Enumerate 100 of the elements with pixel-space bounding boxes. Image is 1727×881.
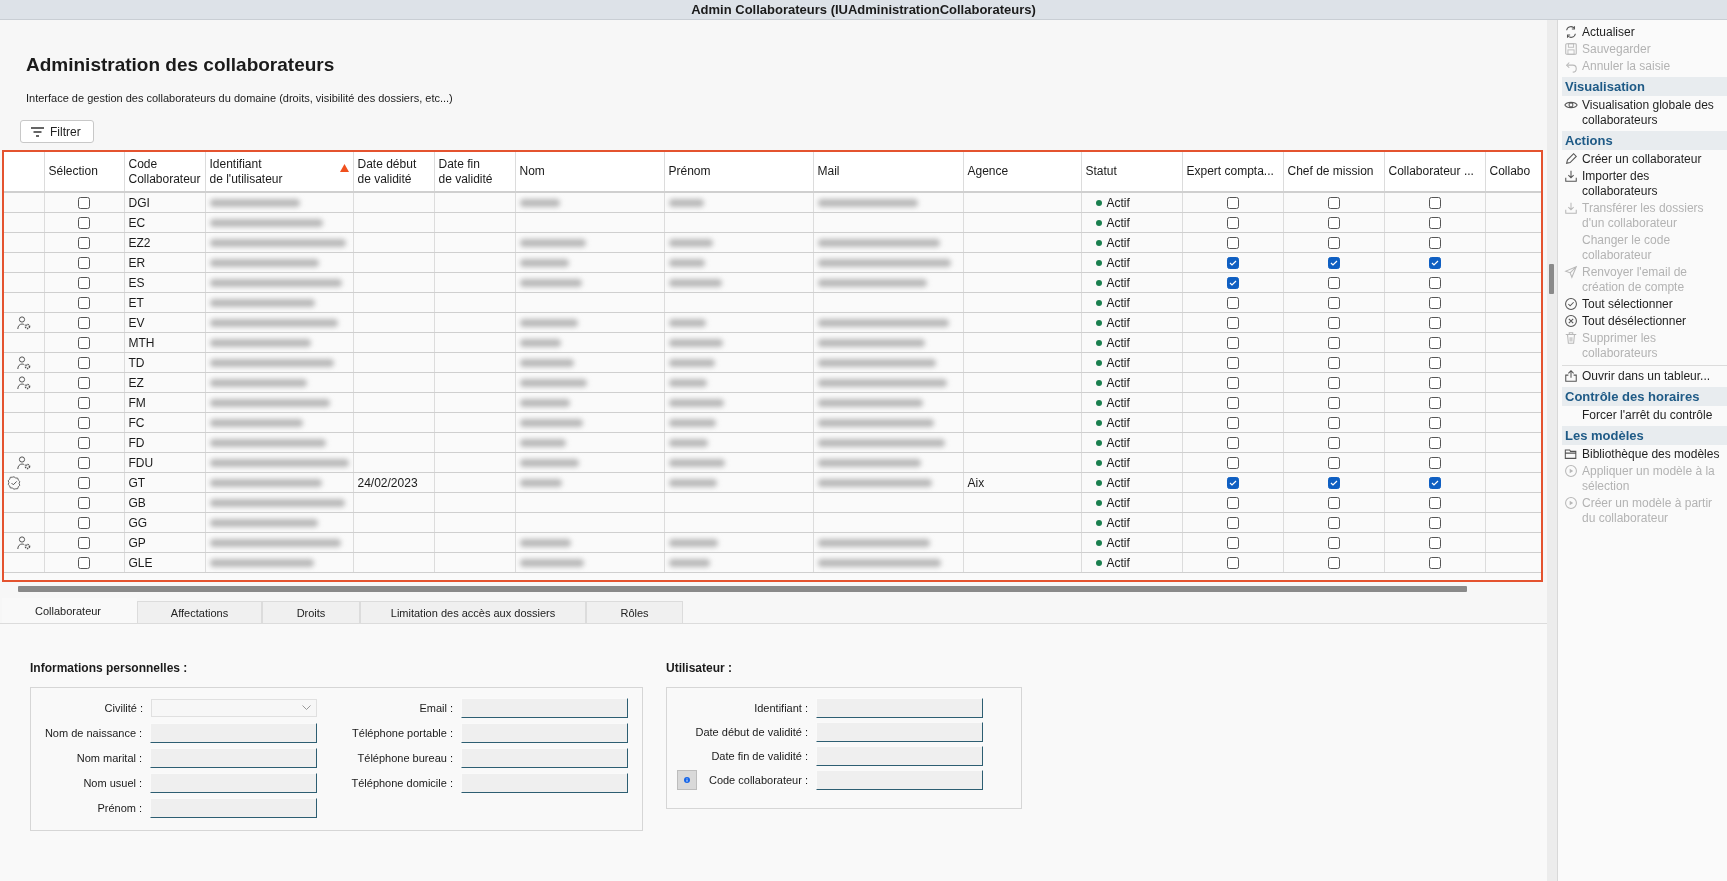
filter-button[interactable]: Filtrer (20, 120, 94, 143)
checkbox[interactable] (1226, 477, 1239, 490)
tab[interactable]: Rôles (586, 601, 683, 623)
checkbox[interactable] (78, 237, 90, 250)
input-field[interactable] (461, 748, 628, 768)
checkbox[interactable] (78, 317, 90, 330)
checkbox[interactable] (78, 297, 90, 310)
checkbox[interactable] (1226, 557, 1239, 570)
checkbox[interactable] (78, 277, 90, 290)
info-button[interactable] (677, 770, 697, 790)
checkbox[interactable] (1327, 297, 1340, 310)
checkbox[interactable] (1428, 517, 1441, 530)
checkbox[interactable] (1327, 437, 1340, 450)
checkbox[interactable] (1428, 357, 1441, 370)
checkbox[interactable] (78, 437, 90, 450)
input-field[interactable] (816, 698, 983, 718)
checkbox[interactable] (78, 477, 90, 490)
checkbox[interactable] (1428, 277, 1441, 290)
checkbox[interactable] (78, 457, 90, 470)
checkbox[interactable] (1226, 397, 1239, 410)
column-header[interactable]: Agence (963, 152, 1081, 192)
tab[interactable]: Limitation des accès aux dossiers (360, 601, 586, 623)
checkbox[interactable] (1327, 217, 1340, 230)
checkbox[interactable] (78, 357, 90, 370)
tab[interactable]: Droits (262, 601, 360, 623)
checkbox[interactable] (1327, 477, 1340, 490)
checkbox[interactable] (1327, 457, 1340, 470)
checkbox[interactable] (78, 537, 90, 550)
checkbox[interactable] (1428, 377, 1441, 390)
input-field[interactable] (150, 773, 318, 793)
checkbox[interactable] (1428, 217, 1441, 230)
checkbox[interactable] (1327, 197, 1340, 210)
checkbox[interactable] (1428, 397, 1441, 410)
action-link[interactable]: Tout désélectionner (1562, 313, 1727, 330)
input-field[interactable] (816, 722, 983, 742)
checkbox[interactable] (1428, 537, 1441, 550)
dropdown-field[interactable] (151, 699, 318, 717)
checkbox[interactable] (1226, 497, 1239, 510)
column-header[interactable]: Prénom (664, 152, 813, 192)
scrollbar-thumb[interactable] (1549, 264, 1554, 294)
input-field[interactable] (150, 798, 318, 818)
input-field[interactable] (461, 698, 628, 718)
column-header[interactable]: Sélection (44, 152, 124, 192)
checkbox[interactable] (1428, 297, 1441, 310)
checkbox[interactable] (1428, 237, 1441, 250)
checkbox[interactable] (1428, 557, 1441, 570)
checkbox[interactable] (1327, 537, 1340, 550)
checkbox[interactable] (78, 517, 90, 530)
horizontal-scrollbar[interactable] (18, 586, 1467, 592)
checkbox[interactable] (1327, 237, 1340, 250)
checkbox[interactable] (78, 257, 90, 270)
action-link[interactable]: Actualiser (1562, 24, 1727, 41)
checkbox[interactable] (1327, 397, 1340, 410)
input-field[interactable] (461, 773, 628, 793)
column-header[interactable]: Chef de mission (1283, 152, 1384, 192)
input-field[interactable] (150, 748, 318, 768)
checkbox[interactable] (1226, 277, 1239, 290)
column-header[interactable]: Mail (813, 152, 963, 192)
column-header[interactable]: Collabo (1485, 152, 1541, 192)
checkbox[interactable] (1226, 357, 1239, 370)
column-header[interactable]: Statut (1081, 152, 1182, 192)
checkbox[interactable] (1327, 557, 1340, 570)
checkbox[interactable] (1226, 317, 1239, 330)
action-link[interactable]: Créer un collaborateur (1562, 151, 1727, 168)
column-header[interactable]: Expert compta... (1182, 152, 1283, 192)
checkbox[interactable] (1226, 237, 1239, 250)
action-link[interactable]: Forcer l'arrêt du contrôle (1562, 407, 1727, 424)
action-link[interactable]: Importer des collaborateurs (1562, 168, 1727, 200)
checkbox[interactable] (78, 417, 90, 430)
input-field[interactable] (150, 723, 318, 743)
checkbox[interactable] (78, 217, 90, 230)
checkbox[interactable] (1226, 537, 1239, 550)
checkbox[interactable] (1327, 277, 1340, 290)
checkbox[interactable] (1226, 217, 1239, 230)
checkbox[interactable] (1226, 457, 1239, 470)
checkbox[interactable] (78, 337, 90, 350)
action-link[interactable]: Tout sélectionner (1562, 296, 1727, 313)
checkbox[interactable] (1428, 437, 1441, 450)
column-header[interactable]: Date fin de validité (434, 152, 515, 192)
checkbox[interactable] (1327, 337, 1340, 350)
column-header[interactable]: Collaborateur ... (1384, 152, 1485, 192)
checkbox[interactable] (78, 197, 90, 210)
checkbox[interactable] (1428, 497, 1441, 510)
checkbox[interactable] (1226, 517, 1239, 530)
checkbox[interactable] (78, 497, 90, 510)
checkbox[interactable] (1327, 497, 1340, 510)
checkbox[interactable] (1428, 457, 1441, 470)
checkbox[interactable] (78, 557, 90, 570)
checkbox[interactable] (1327, 377, 1340, 390)
column-header[interactable]: Date début de validité (353, 152, 434, 192)
input-field[interactable] (461, 723, 628, 743)
input-field[interactable] (816, 746, 983, 766)
action-link[interactable]: Visualisation globale des collaborateurs (1562, 97, 1727, 129)
checkbox[interactable] (1226, 417, 1239, 430)
checkbox[interactable] (1226, 437, 1239, 450)
checkbox[interactable] (1327, 317, 1340, 330)
checkbox[interactable] (1428, 477, 1441, 490)
checkbox[interactable] (1327, 357, 1340, 370)
action-link[interactable]: Bibliothèque des modèles (1562, 446, 1727, 463)
checkbox[interactable] (1327, 517, 1340, 530)
